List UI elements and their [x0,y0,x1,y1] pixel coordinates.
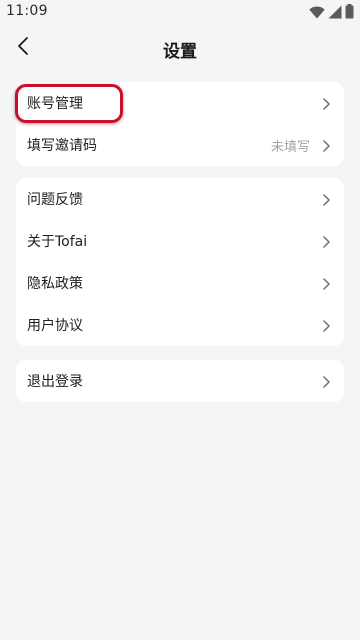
wifi-icon [309,4,325,23]
settings-item-account-management[interactable]: 账号管理 [16,82,344,124]
settings-item-label: 账号管理 [27,96,83,112]
chevron-right-icon [322,234,331,248]
status-icons [309,4,354,23]
battery-icon [345,4,354,23]
chevron-right-icon [322,276,331,290]
settings-item-invite-code[interactable]: 填写邀请码 未填写 [16,124,344,166]
chevron-right-icon [322,138,331,152]
status-bar: 11:09 [0,0,360,26]
invite-code-status: 未填写 [270,139,310,155]
settings-group-logout: 退出登录 [16,360,344,402]
settings-item-user-agreement[interactable]: 用户协议 [16,304,344,346]
settings-item-label: 问题反馈 [27,192,83,208]
settings-item-label: 关于Tofai [27,234,88,250]
page-title: 设置 [163,42,197,62]
nav-bar: 设置 [0,28,360,68]
settings-item-label: 填写邀请码 [27,138,97,154]
chevron-right-icon [322,192,331,206]
chevron-right-icon [322,318,331,332]
settings-item-about[interactable]: 关于Tofai [16,220,344,262]
settings-group-account: 账号管理 填写邀请码 未填写 [16,82,344,166]
settings-group-info: 问题反馈 关于Tofai 隐私政策 用户协议 [16,178,344,346]
settings-item-logout[interactable]: 退出登录 [16,360,344,402]
settings-item-feedback[interactable]: 问题反馈 [16,178,344,220]
settings-item-label: 用户协议 [27,318,83,334]
chevron-right-icon [322,374,331,388]
status-time: 11:09 [6,3,48,19]
settings-item-label: 隐私政策 [27,276,83,292]
settings-item-label: 退出登录 [27,374,83,390]
signal-icon [328,4,342,23]
settings-item-privacy-policy[interactable]: 隐私政策 [16,262,344,304]
chevron-right-icon [322,96,331,110]
